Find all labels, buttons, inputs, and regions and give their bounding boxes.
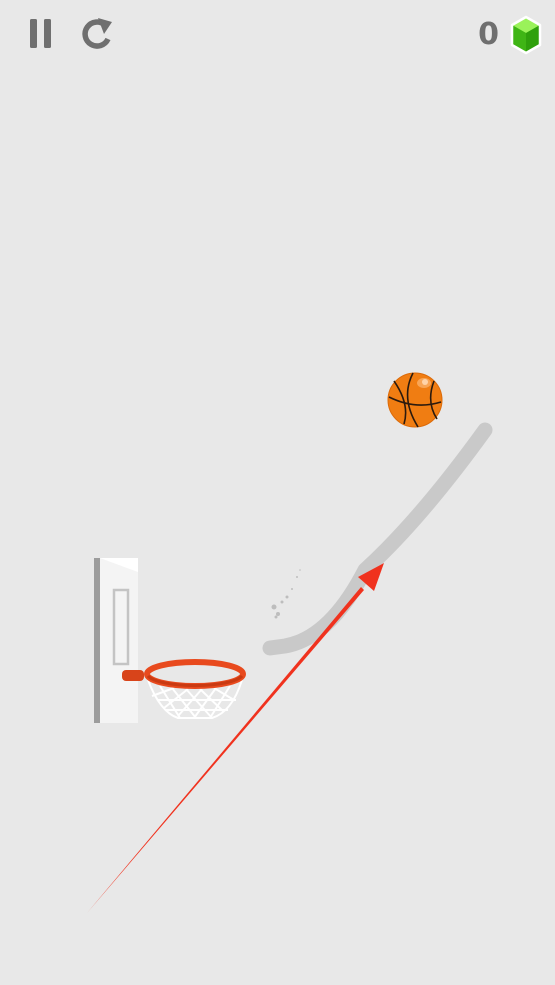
basketball (387, 372, 443, 428)
drawn-line (262, 422, 493, 656)
game-scene (87, 372, 493, 913)
hoop-rim (122, 659, 246, 689)
backboard (94, 558, 138, 723)
game-canvas[interactable]: 0 (0, 0, 555, 985)
dust-particles (271, 569, 301, 619)
